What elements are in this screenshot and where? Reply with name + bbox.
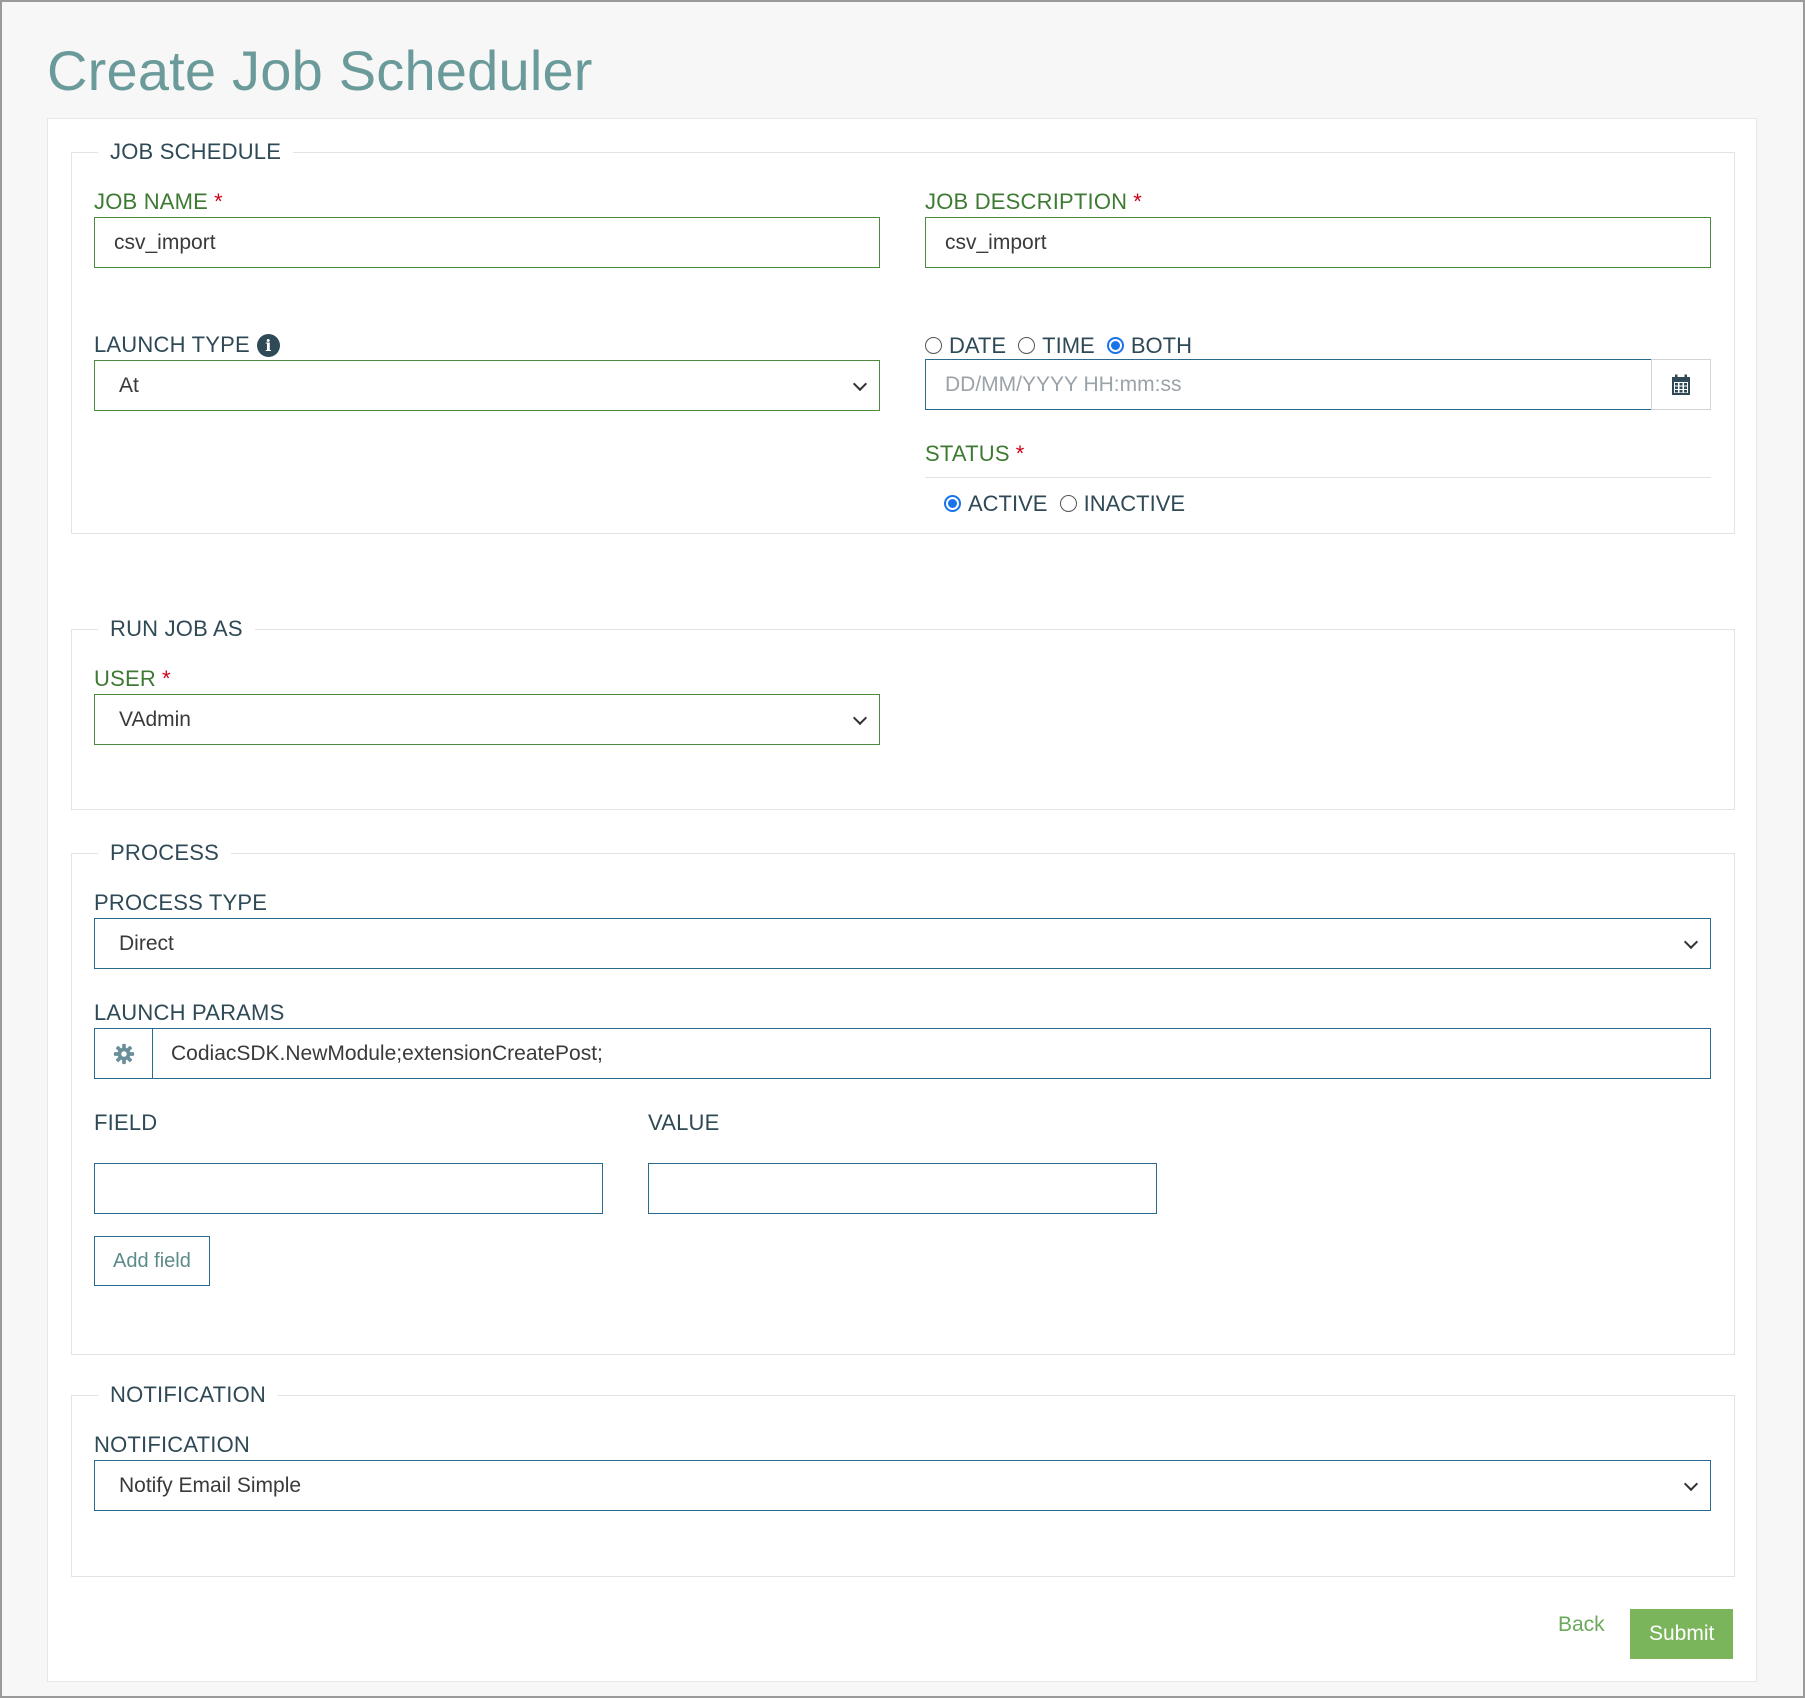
job-name-label: JOB NAME *	[94, 189, 223, 214]
status-label: STATUS *	[925, 441, 1025, 466]
time-radio[interactable]	[1018, 337, 1036, 354]
job-schedule-section: JOB SCHEDULE JOB NAME * csv_import JOB DE…	[71, 139, 1735, 534]
both-radio[interactable]	[1106, 337, 1124, 354]
user-value: VAdmin	[119, 707, 191, 731]
user-label: USER *	[94, 666, 171, 691]
run-job-as-legend: RUN JOB AS	[110, 616, 243, 641]
date-radio[interactable]	[925, 337, 942, 354]
inactive-radio-label: INACTIVE	[1083, 491, 1186, 516]
gear-icon	[113, 1043, 134, 1064]
calendar-button[interactable]	[1651, 359, 1711, 410]
required-mark: *	[1015, 441, 1025, 466]
app-window: Create Job Scheduler JOB SCHEDULE JOB NA…	[0, 0, 1805, 1698]
required-mark: *	[161, 666, 171, 691]
job-description-input[interactable]: csv_import	[925, 217, 1711, 268]
chevron-down-icon	[1683, 1476, 1699, 1491]
add-field-button[interactable]: Add field	[94, 1236, 210, 1286]
status-radio-group: ACTIVE INACTIVE	[944, 491, 1191, 517]
back-button[interactable]: Back	[1552, 1612, 1611, 1638]
page-title: Create Job Scheduler	[47, 39, 593, 102]
notification-label: NOTIFICATION	[94, 1432, 250, 1457]
field-input[interactable]	[94, 1163, 603, 1214]
submit-button[interactable]: Submit	[1630, 1609, 1734, 1659]
notification-legend: NOTIFICATION	[110, 1382, 266, 1407]
info-circle-icon[interactable]: i	[256, 334, 280, 357]
job-description-label: JOB DESCRIPTION *	[925, 189, 1143, 214]
launch-type-select[interactable]: At	[94, 360, 880, 411]
chevron-down-icon	[852, 710, 868, 725]
user-select[interactable]: VAdmin	[94, 694, 880, 745]
launch-type-value: At	[119, 373, 139, 397]
process-section: PROCESS PROCESS TYPE Direct LAUNCH PARAM…	[71, 840, 1735, 1355]
chevron-down-icon	[1683, 934, 1699, 949]
active-radio-label: ACTIVE	[968, 491, 1048, 516]
datetime-input[interactable]: DD/MM/YYYY HH:mm:ss	[925, 359, 1652, 410]
launch-type-label: LAUNCH TYPE i	[94, 332, 280, 358]
active-radio[interactable]	[944, 495, 961, 512]
notification-section: NOTIFICATION NOTIFICATION Notify Email S…	[71, 1382, 1735, 1577]
form-card: JOB SCHEDULE JOB NAME * csv_import JOB DE…	[47, 118, 1757, 1682]
both-radio-label: BOTH	[1130, 333, 1192, 358]
launch-params-settings-button[interactable]	[94, 1028, 153, 1079]
time-radio-label: TIME	[1042, 333, 1095, 358]
required-mark: *	[214, 189, 223, 214]
status-divider	[925, 477, 1711, 478]
job-name-input[interactable]: csv_import	[94, 217, 880, 268]
notification-value: Notify Email Simple	[119, 1473, 302, 1497]
launch-params-input[interactable]: CodiacSDK.NewModule;extensionCreatePost;	[152, 1028, 1711, 1079]
chevron-down-icon	[852, 376, 868, 391]
process-type-select[interactable]: Direct	[94, 918, 1711, 969]
launch-params-label: LAUNCH PARAMS	[94, 1000, 285, 1025]
date-radio-label: DATE	[949, 333, 1007, 358]
process-type-label: PROCESS TYPE	[94, 890, 268, 915]
calendar-icon	[1672, 374, 1690, 395]
value-input[interactable]	[648, 1163, 1157, 1214]
required-mark: *	[1133, 189, 1143, 214]
datetime-mode-group: DATE TIME BOTH	[925, 333, 1198, 359]
value-label: VALUE	[648, 1110, 720, 1135]
field-label: FIELD	[94, 1110, 158, 1135]
job-schedule-legend: JOB SCHEDULE	[110, 139, 282, 164]
notification-select[interactable]: Notify Email Simple	[94, 1460, 1711, 1511]
process-type-value: Direct	[119, 931, 174, 955]
inactive-radio[interactable]	[1059, 495, 1077, 512]
run-job-as-section: RUN JOB AS USER * VAdmin	[71, 616, 1735, 810]
process-legend: PROCESS	[110, 840, 219, 865]
